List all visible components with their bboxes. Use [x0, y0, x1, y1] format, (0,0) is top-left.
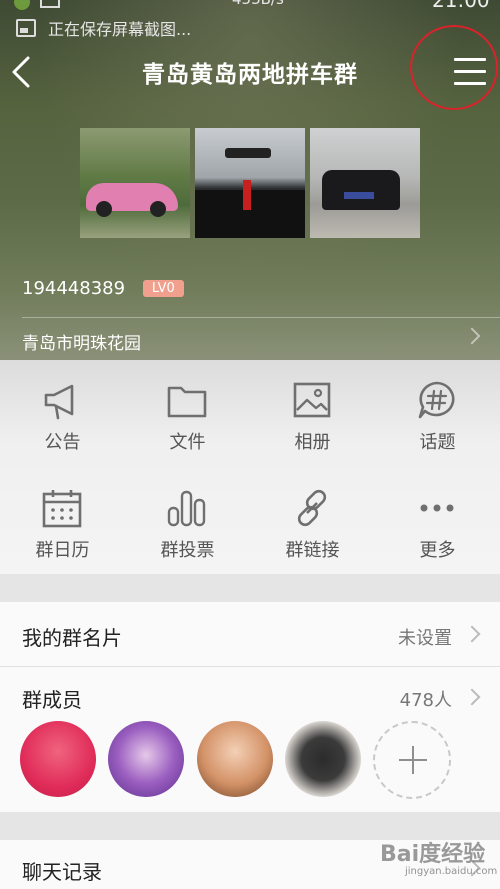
my-group-card-row[interactable]: 我的群名片 未设置 [0, 602, 500, 667]
pink-car-image [86, 183, 178, 217]
megaphone-icon [44, 384, 74, 420]
status-notification-text: 正在保存屏幕截图... [48, 20, 192, 39]
chat-history-label: 聊天记录 [22, 860, 102, 884]
car-charm-image [243, 180, 251, 210]
calendar-icon [42, 490, 82, 528]
feature-label: 相册 [294, 432, 331, 453]
members-count: 478人 [399, 690, 452, 711]
feature-link[interactable]: 群链接 [250, 468, 375, 561]
group-header: 453B/s 21:00 正在保存屏幕截图... 青岛黄岛两地拼车群 19444… [0, 0, 500, 360]
feature-label: 更多 [419, 540, 456, 561]
feature-label: 文件 [169, 432, 206, 453]
rearview-mirror-image [225, 148, 271, 158]
feature-files[interactable]: 文件 [125, 360, 250, 453]
feature-label: 话题 [419, 432, 456, 453]
members-row[interactable]: 群成员 478人 [0, 667, 500, 717]
hashtag-chat-icon [418, 381, 455, 419]
highlight-annotation-circle [410, 25, 498, 110]
chevron-right-icon [463, 625, 481, 643]
black-sedan-image [322, 170, 400, 210]
my-group-card-label: 我的群名片 [22, 626, 122, 650]
chevron-right-icon [463, 688, 481, 706]
status-time: 21:00 [432, 0, 490, 12]
member-avatar[interactable] [108, 721, 184, 797]
group-location[interactable]: 青岛市明珠花园 [22, 329, 141, 354]
add-member-button[interactable] [373, 721, 451, 799]
group-photo[interactable] [80, 128, 190, 238]
feature-announcement[interactable]: 公告 [0, 360, 125, 453]
feature-label: 群链接 [285, 540, 340, 561]
screenshot-icon [16, 19, 36, 37]
notification-icon [40, 0, 60, 8]
level-badge: LV0 [142, 280, 184, 297]
my-group-card-value: 未设置 [398, 628, 452, 649]
watermark: Bai度经验 [380, 842, 486, 867]
group-id-row: 194448389 LV0 [22, 278, 184, 299]
member-avatar[interactable] [20, 721, 96, 797]
member-avatar[interactable] [285, 721, 361, 797]
feature-topics[interactable]: 话题 [375, 360, 500, 453]
section-divider [0, 574, 500, 602]
group-photo[interactable] [195, 128, 305, 238]
feature-album[interactable]: 相册 [250, 360, 375, 453]
member-avatar[interactable] [197, 721, 273, 797]
bar-chart-icon [167, 490, 206, 527]
feature-label: 群投票 [160, 540, 215, 561]
link-icon [297, 489, 327, 527]
network-speed: 453B/s [232, 0, 284, 8]
watermark-url: jingyan.baidu.com [405, 866, 498, 877]
group-id: 194448389 [22, 278, 126, 299]
app-notification-icon [14, 0, 30, 10]
feature-label: 群日历 [35, 540, 90, 561]
folder-icon [167, 386, 207, 418]
feature-label: 公告 [44, 432, 81, 453]
members-label: 群成员 [22, 688, 82, 712]
members-section: 群成员 478人 [0, 667, 500, 812]
group-photo[interactable] [310, 128, 420, 238]
feature-more[interactable]: 更多 [375, 468, 500, 561]
image-icon [293, 382, 331, 418]
chevron-right-icon [463, 327, 481, 345]
feature-calendar[interactable]: 群日历 [0, 468, 125, 561]
more-dots-icon [420, 504, 454, 512]
feature-grid: 公告 文件 相册 话题 群日历 群投票 群链接 更多 [0, 360, 500, 574]
feature-vote[interactable]: 群投票 [125, 468, 250, 561]
divider [22, 317, 500, 318]
